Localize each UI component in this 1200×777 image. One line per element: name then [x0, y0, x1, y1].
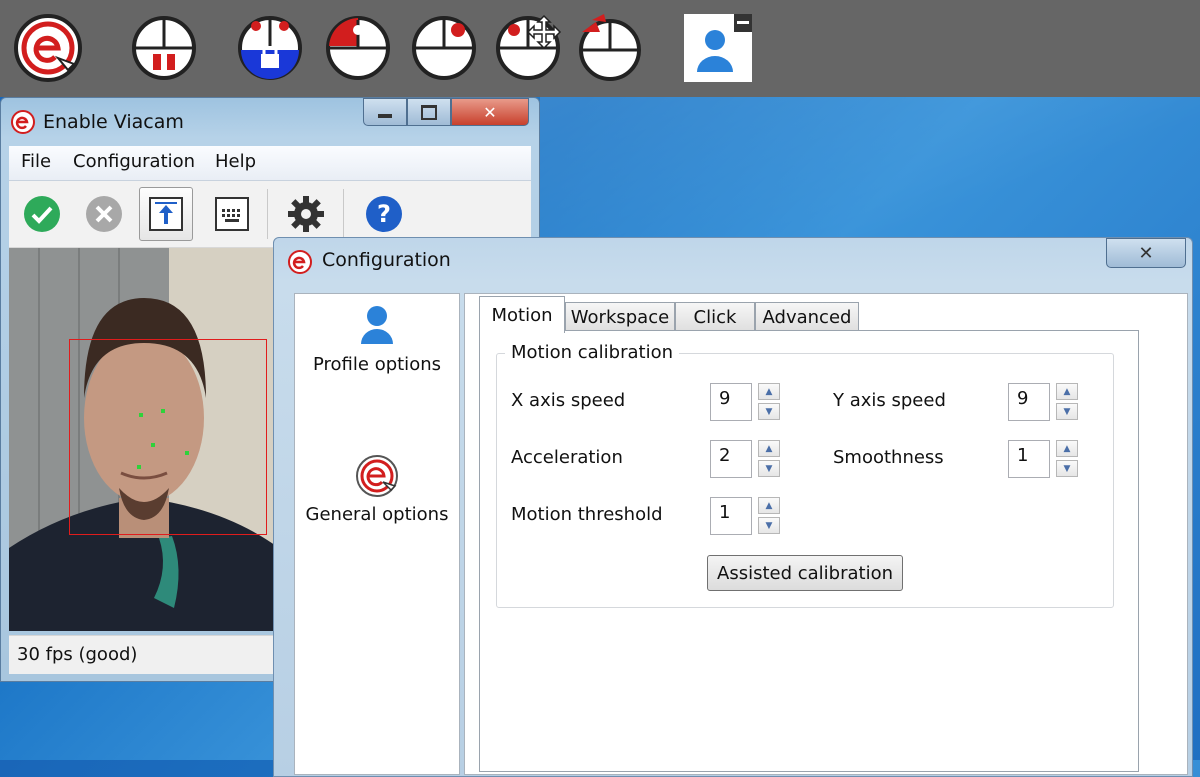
left-click-icon[interactable] [322, 12, 394, 84]
minimize-icon [378, 114, 392, 118]
toolbar-separator [267, 189, 268, 239]
y-axis-speed-spinner: 9 ▲ ▼ [1008, 383, 1082, 423]
spin-down-button[interactable]: ▼ [1056, 460, 1078, 477]
assisted-calibration-button[interactable]: Assisted calibration [707, 555, 903, 591]
arrow-down-icon: ▼ [765, 463, 773, 474]
arrow-down-icon: ▼ [1063, 406, 1071, 417]
menu-file[interactable]: File [21, 151, 51, 172]
maximize-icon [421, 104, 437, 120]
arrow-up-icon: ▲ [1063, 443, 1071, 454]
close-button[interactable]: ✕ [451, 98, 529, 126]
mouse-actions-toolbar [0, 0, 1200, 97]
group-title: Motion calibration [505, 342, 680, 363]
double-click-icon[interactable] [574, 12, 646, 84]
motion-threshold-input[interactable]: 1 [710, 497, 752, 535]
dialog-title: Configuration [322, 249, 451, 271]
enable-viacam-logo-icon [11, 110, 35, 134]
fps-status: 30 fps (good) [17, 644, 138, 665]
tracking-points [137, 409, 189, 473]
options-content: Motion Workspace Click Advanced Motion c… [464, 293, 1188, 775]
minimize-button[interactable] [363, 98, 407, 126]
y-axis-speed-label: Y axis speed [833, 390, 946, 411]
user-icon [361, 306, 393, 344]
motion-threshold-spinner: 1 ▲ ▼ [710, 497, 784, 537]
disable-button[interactable] [77, 187, 131, 241]
maximize-button[interactable] [407, 98, 451, 126]
svg-text:?: ? [377, 200, 391, 228]
settings-button[interactable] [279, 187, 333, 241]
enable-viacam-logo-icon [288, 250, 312, 274]
enable-viacam-logo-icon[interactable] [12, 12, 84, 84]
spin-down-button[interactable]: ▼ [1056, 403, 1078, 420]
sidebar-item-profile-options[interactable]: Profile options [295, 304, 459, 375]
menu-configuration[interactable]: Configuration [73, 151, 195, 172]
acceleration-spinner: 2 ▲ ▼ [710, 440, 784, 480]
menu-help[interactable]: Help [215, 151, 256, 172]
spin-down-button[interactable]: ▼ [758, 517, 780, 534]
configuration-dialog: Configuration ✕ Profile options General … [273, 237, 1193, 777]
tab-workspace[interactable]: Workspace [565, 302, 675, 332]
keyboard-icon [215, 197, 249, 231]
x-axis-speed-label: X axis speed [511, 390, 626, 411]
arrow-up-icon: ▲ [765, 443, 773, 454]
arrow-up-icon: ▲ [765, 500, 773, 511]
motion-threshold-label: Motion threshold [511, 504, 663, 525]
spin-down-button[interactable]: ▼ [758, 403, 780, 420]
dialog-close-button[interactable]: ✕ [1106, 238, 1186, 268]
tab-advanced[interactable]: Advanced [755, 302, 859, 332]
arrow-down-icon: ▼ [1063, 463, 1071, 474]
x-axis-speed-input[interactable]: 9 [710, 383, 752, 421]
drag-icon[interactable] [492, 12, 564, 84]
help-button[interactable]: ? [357, 187, 411, 241]
window-title: Enable Viacam [43, 111, 184, 133]
help-icon: ? [366, 196, 402, 232]
profile-icon[interactable] [682, 12, 754, 84]
spin-up-button[interactable]: ▲ [758, 383, 780, 400]
x-axis-speed-spinner: 9 ▲ ▼ [710, 383, 784, 423]
check-icon [24, 196, 60, 232]
tab-click[interactable]: Click [675, 302, 755, 332]
close-icon: ✕ [1138, 242, 1154, 264]
smoothness-label: Smoothness [833, 447, 944, 468]
sidebar-item-label: Profile options [313, 354, 441, 375]
lock-icon[interactable] [234, 12, 306, 84]
motion-tab-panel: Motion calibration X axis speed 9 ▲ ▼ Y … [479, 330, 1139, 772]
spin-up-button[interactable]: ▲ [758, 497, 780, 514]
arrow-down-icon: ▼ [765, 406, 773, 417]
acceleration-input[interactable]: 2 [710, 440, 752, 478]
spin-up-button[interactable]: ▲ [1056, 383, 1078, 400]
enable-viacam-logo-icon [356, 455, 398, 497]
acceleration-label: Acceleration [511, 447, 623, 468]
sidebar-item-label: General options [305, 504, 449, 525]
smoothness-input[interactable]: 1 [1008, 440, 1050, 478]
always-on-top-button[interactable] [139, 187, 193, 241]
smoothness-spinner: 1 ▲ ▼ [1008, 440, 1082, 480]
gear-icon [288, 196, 324, 232]
y-axis-speed-input[interactable]: 9 [1008, 383, 1050, 421]
arrow-up-icon: ▲ [1063, 386, 1071, 397]
webcam-preview [9, 248, 279, 631]
toolbar-separator [343, 189, 344, 239]
options-sidebar: Profile options General options [294, 293, 460, 775]
on-screen-keyboard-button[interactable] [205, 187, 259, 241]
spin-down-button[interactable]: ▼ [758, 460, 780, 477]
right-click-icon[interactable] [408, 12, 480, 84]
enable-button[interactable] [15, 187, 69, 241]
spin-up-button[interactable]: ▲ [1056, 440, 1078, 457]
sidebar-item-general-options[interactable]: General options [295, 454, 459, 525]
cancel-icon [86, 196, 122, 232]
spin-up-button[interactable]: ▲ [758, 440, 780, 457]
arrow-down-icon: ▼ [765, 520, 773, 531]
motion-calibration-group: Motion calibration X axis speed 9 ▲ ▼ Y … [496, 342, 1114, 608]
arrow-up-icon: ▲ [765, 386, 773, 397]
align-top-icon [149, 197, 183, 231]
close-icon: ✕ [483, 102, 497, 122]
pause-icon[interactable] [128, 12, 200, 84]
menu-bar: File Configuration Help [9, 146, 531, 181]
tab-motion[interactable]: Motion [479, 296, 565, 333]
